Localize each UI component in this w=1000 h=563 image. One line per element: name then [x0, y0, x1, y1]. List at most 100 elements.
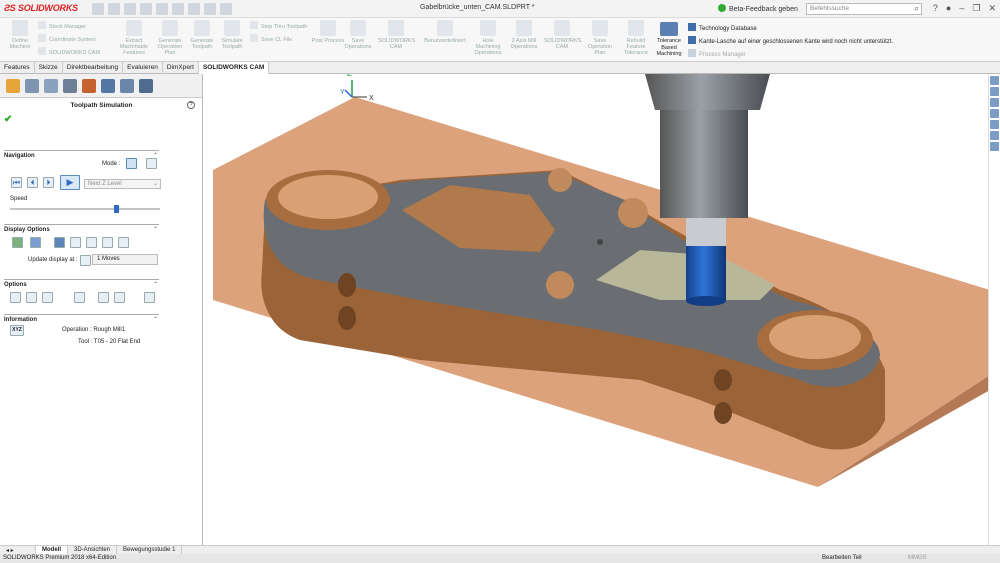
xyz-badge[interactable]: XYZ	[10, 325, 24, 336]
open-icon[interactable]	[124, 3, 136, 15]
help-icon[interactable]: ?	[187, 101, 195, 109]
option-3-icon[interactable]	[42, 292, 53, 303]
technology-database-button[interactable]: Technology Database	[688, 23, 757, 32]
show-holder-icon[interactable]	[70, 237, 81, 248]
dimxpert-icon[interactable]	[63, 78, 77, 93]
axis-x-label: X	[369, 95, 374, 102]
tab-solidworks-cam[interactable]: SOLIDWORKS CAM	[198, 62, 270, 74]
undo-icon[interactable]	[172, 3, 184, 15]
show-tool-icon[interactable]	[12, 237, 23, 248]
feature-manager-icon[interactable]	[6, 78, 20, 93]
rewind-icon[interactable]: ⏮	[11, 177, 22, 188]
option-4-icon[interactable]	[74, 292, 85, 303]
cam-feature-tree-icon[interactable]	[101, 78, 115, 93]
show-difference-icon[interactable]	[102, 237, 113, 248]
show-part-icon[interactable]	[54, 237, 65, 248]
stock-manager-button[interactable]: Stock Manager	[38, 21, 86, 31]
options-icon[interactable]	[220, 3, 232, 15]
2axis-mill-button[interactable]: 2 Axis Mill Operations	[506, 20, 542, 50]
property-manager-icon[interactable]	[25, 78, 39, 93]
command-search-input[interactable]: Befehlssuche ⌕	[806, 3, 922, 15]
file-explorer-icon[interactable]	[990, 109, 999, 118]
display-manager-icon[interactable]	[82, 78, 96, 93]
show-cut-color-icon[interactable]	[118, 237, 129, 248]
play-button[interactable]: ▶	[60, 175, 80, 190]
ok-check-icon[interactable]: ✔	[4, 114, 12, 125]
simulate-toolpath-button[interactable]: Simulate Toolpath	[214, 20, 250, 50]
collapse-icon[interactable]: ⌃	[153, 281, 158, 288]
home-icon[interactable]	[92, 3, 104, 15]
tab-motion-study[interactable]: Bewegungsstudie 1	[117, 546, 183, 554]
collapse-icon[interactable]: ⌃	[153, 316, 158, 323]
rebuild-feature-tolerance-button[interactable]: Rebuild Feature Tolerance	[618, 20, 654, 56]
show-stock-icon[interactable]	[30, 237, 41, 248]
extract-features-button[interactable]: Extract Machinable Features	[116, 20, 152, 56]
hole-machining-button[interactable]: Hole Machining Operations	[470, 20, 506, 56]
appearances-icon[interactable]	[990, 120, 999, 129]
mode-step-icon[interactable]	[146, 158, 157, 169]
options-header[interactable]: Options	[4, 280, 159, 289]
option-2-icon[interactable]	[26, 292, 37, 303]
tab-scroll-arrows[interactable]: ◂ ▸	[0, 546, 36, 554]
tab-3d-views[interactable]: 3D-Ansichten	[68, 546, 118, 554]
save-operations-button[interactable]: Save Operations	[340, 20, 376, 50]
restore-icon[interactable]: ❐	[972, 3, 980, 14]
option-6-icon[interactable]	[114, 292, 125, 303]
display-options-header[interactable]: Display Options	[4, 225, 159, 234]
rebuild-icon[interactable]	[204, 3, 216, 15]
solidworks-cam-menu-2[interactable]: SOLIDWORKS CAM	[544, 20, 581, 50]
step-back-icon[interactable]: ⏴	[27, 177, 38, 188]
cam-tool-tree-icon[interactable]	[139, 78, 153, 93]
solidworks-cam-button[interactable]: SOLIDWORKS CAM	[38, 47, 100, 57]
beta-feedback-link[interactable]: Beta-Feedback geben	[718, 4, 798, 13]
collapse-icon[interactable]: ⌃	[153, 226, 158, 233]
option-1-icon[interactable]	[10, 292, 21, 303]
coordinate-system-button[interactable]: Coordinate System	[38, 34, 96, 44]
graphics-viewport[interactable]: Z X Y	[204, 74, 988, 545]
user-icon[interactable]: ●	[946, 3, 951, 14]
option-7-icon[interactable]	[144, 292, 155, 303]
solidworks-logo[interactable]: ƧS SOLIDWORKS	[4, 3, 78, 13]
define-machine-button[interactable]: Define Machine	[2, 20, 38, 50]
tab-direct-edit[interactable]: Direktbearbeitung	[63, 62, 124, 74]
tab-sketch[interactable]: Skizze	[35, 62, 63, 74]
close-icon[interactable]: ✕	[988, 3, 996, 14]
tab-features[interactable]: Features	[0, 62, 35, 74]
new-document-icon[interactable]	[108, 3, 120, 15]
process-manager-button[interactable]: Process Manager	[688, 49, 746, 58]
information-header[interactable]: Information	[4, 315, 159, 324]
speed-slider-handle[interactable]	[114, 205, 120, 213]
help-icon[interactable]: ?	[933, 3, 938, 14]
units-status[interactable]: MMGS	[908, 555, 927, 561]
update-display-moves-field[interactable]: 1 Moves	[92, 254, 158, 265]
cam-operation-tree-icon[interactable]	[120, 78, 134, 93]
user-defined-button[interactable]: Benutzerdefiniert	[420, 20, 470, 44]
option-5-icon[interactable]	[98, 292, 109, 303]
home-pane-icon[interactable]	[990, 76, 999, 85]
generate-plan-button[interactable]: Generate Operation Plan	[152, 20, 188, 56]
save-cl-file-button[interactable]: Save CL File	[250, 34, 292, 44]
step-forward-icon[interactable]: ⏵	[43, 177, 54, 188]
minimize-icon[interactable]: –	[959, 3, 964, 14]
tab-dimxpert[interactable]: DimXpert	[163, 62, 199, 74]
configuration-manager-icon[interactable]	[44, 78, 58, 93]
step-thru-toolpath-button[interactable]: Step Thru Toolpath	[250, 21, 307, 31]
select-icon[interactable]	[188, 3, 200, 15]
tab-model[interactable]: Modell	[36, 546, 68, 554]
speed-slider[interactable]	[10, 205, 160, 213]
design-library-icon[interactable]	[990, 98, 999, 107]
tolerance-based-machining-button[interactable]: Tolerance Based Machining	[654, 22, 684, 58]
resources-icon[interactable]	[990, 87, 999, 96]
solidworks-cam-dropdown[interactable]: SOLIDWORKS CAM	[378, 20, 415, 50]
tab-evaluate[interactable]: Evaluieren	[123, 62, 163, 74]
save-operation-plan-button[interactable]: Save Operation Plan	[582, 20, 618, 56]
show-toolpath-icon[interactable]	[86, 237, 97, 248]
step-mode-select[interactable]: Next Z Level ⌄	[84, 179, 161, 189]
custom-properties-icon[interactable]	[990, 131, 999, 140]
mode-run-icon[interactable]	[126, 158, 137, 169]
search-icon[interactable]: ⌕	[915, 4, 919, 14]
forum-icon[interactable]	[990, 142, 999, 151]
save-icon[interactable]	[140, 3, 152, 15]
print-icon[interactable]	[156, 3, 168, 15]
operation-info: Operation : Rough Mill1	[62, 327, 126, 333]
